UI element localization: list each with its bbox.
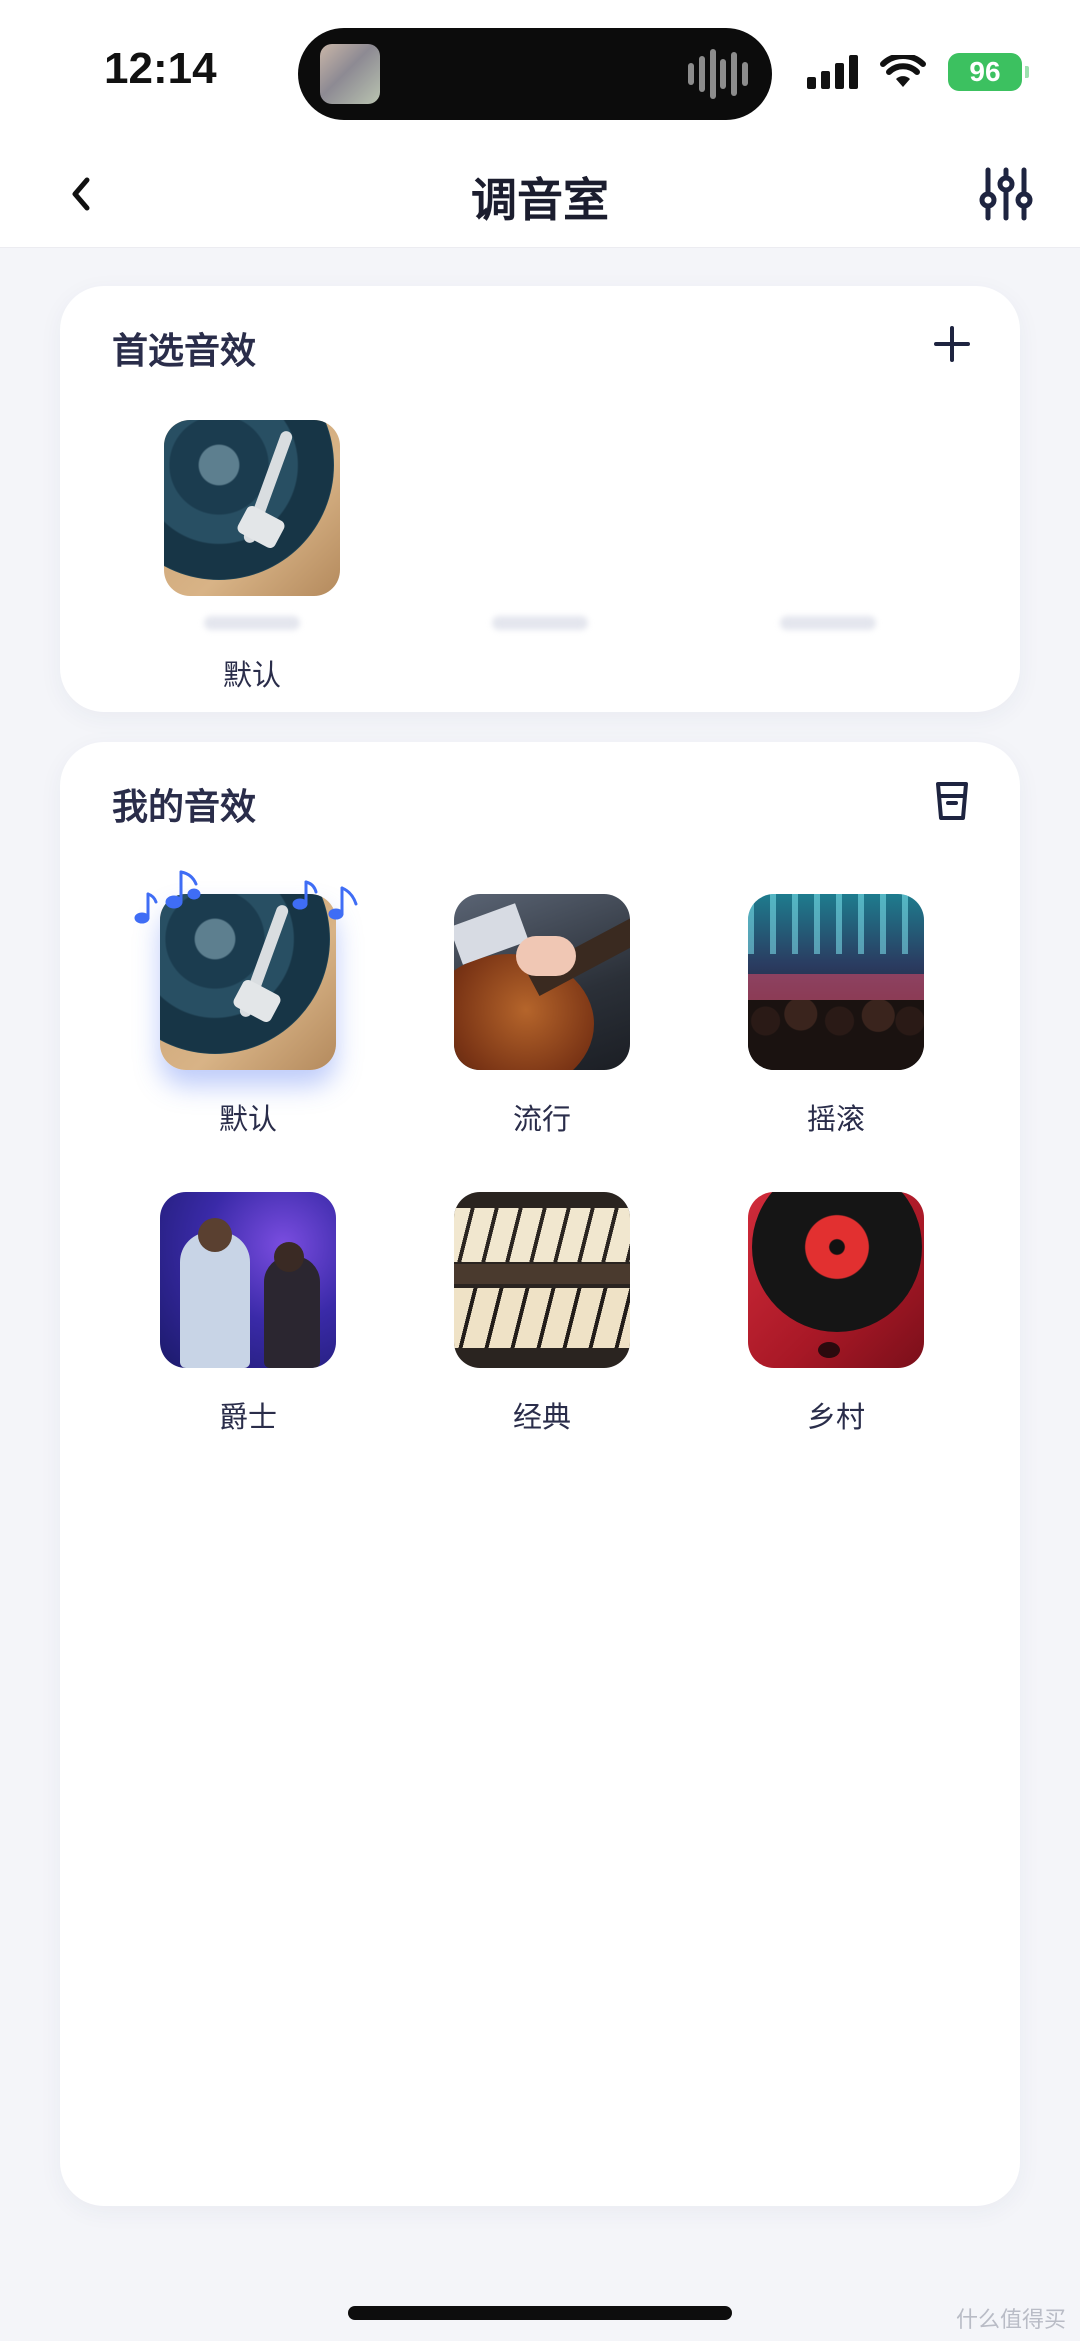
equalizer-icon [979, 167, 1033, 221]
wifi-icon [880, 55, 926, 87]
dynamic-island[interactable] [298, 28, 772, 120]
effect-tile-pop[interactable]: 流行 [452, 894, 632, 1138]
cellular-signal-icon [807, 55, 858, 89]
music-notes-icon [134, 870, 358, 924]
vinyl-turntable-image [164, 420, 340, 596]
effect-label: 流行 [512, 1102, 571, 1136]
equalizer-settings-button[interactable] [974, 162, 1038, 226]
effect-label: 默认 [222, 658, 281, 692]
effect-tile-classic[interactable]: 经典 [452, 1192, 632, 1436]
effect-label: 摇滚 [806, 1102, 865, 1136]
plus-icon [934, 326, 970, 362]
preferred-effects-title: 首选音效 [112, 331, 257, 372]
effect-label: 爵士 [218, 1400, 277, 1434]
navigation-bar: 调音室 [0, 140, 1080, 248]
empty-slot-placeholder [204, 616, 300, 630]
page-title: 调音室 [471, 173, 609, 227]
preferred-effect-default[interactable]: 默认 [162, 420, 342, 694]
effect-tile-country[interactable]: 乡村 [746, 1192, 926, 1436]
delete-effects-button[interactable] [924, 772, 980, 828]
now-playing-thumbnail [320, 44, 380, 104]
effect-label: 默认 [218, 1102, 277, 1136]
effect-tile-default[interactable]: 默认 [158, 894, 338, 1138]
battery-indicator: 96 [948, 53, 1029, 91]
preferred-effects-card: 首选音效 默认 [60, 286, 1020, 712]
add-preferred-button[interactable] [924, 316, 980, 372]
effect-label: 乡村 [806, 1400, 865, 1434]
organ-keys-image [454, 1192, 630, 1368]
watermark: 什么值得买 [955, 2308, 1066, 2333]
red-record-player-image [748, 1192, 924, 1368]
effect-tile-jazz[interactable]: 爵士 [158, 1192, 338, 1436]
electric-guitar-image [454, 894, 630, 1070]
audio-waveform-icon [688, 46, 748, 102]
status-bar: 12:14 96 [0, 0, 1080, 140]
jazz-performers-image [160, 1192, 336, 1368]
status-time: 12:14 [104, 44, 217, 93]
effect-tile-rock[interactable]: 摇滚 [746, 894, 926, 1138]
concert-crowd-image [748, 894, 924, 1070]
my-effects-title: 我的音效 [112, 787, 257, 828]
empty-slot-placeholder[interactable] [492, 616, 588, 630]
my-effects-card: 我的音效 默认 流行 摇滚 爵士 经典 乡村 [60, 742, 1020, 2206]
status-indicators: 96 [807, 52, 1029, 92]
battery-percentage: 96 [969, 56, 1001, 87]
effect-label: 经典 [512, 1400, 571, 1434]
trash-icon [936, 782, 968, 820]
home-indicator[interactable] [348, 2306, 732, 2320]
empty-slot-placeholder[interactable] [780, 616, 876, 630]
